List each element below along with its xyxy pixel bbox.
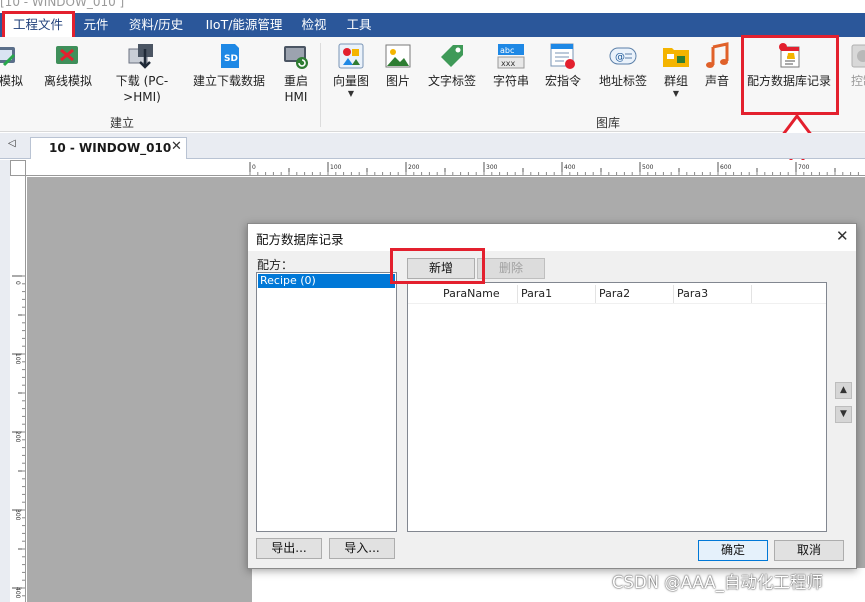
sound-button[interactable]: 声音: [700, 41, 734, 89]
document-tab-strip: ◁ 10 - WINDOW_010 ✕: [0, 133, 865, 159]
address-tag-button[interactable]: @ 地址标签: [594, 41, 652, 89]
menu-project-file[interactable]: 工程文件: [4, 12, 72, 38]
dialog-titlebar: 配方数据库记录 ✕: [248, 224, 856, 251]
vector-icon: [336, 41, 366, 71]
svg-text:SD: SD: [224, 54, 238, 64]
sd-card-icon: SD: [214, 41, 244, 71]
ruler-mark: 200: [408, 164, 420, 171]
dialog-title: 配方数据库记录: [256, 232, 344, 247]
ruler-mark: 300: [486, 164, 498, 171]
ruler-corner: [10, 160, 26, 176]
text-label-button[interactable]: 文字标签: [423, 41, 481, 89]
group-icon: [661, 41, 691, 71]
recipe-list[interactable]: Recipe (0): [256, 272, 397, 532]
vertical-ruler: 0 100 200 300 400: [10, 176, 26, 602]
ruler-mark: 0: [14, 281, 21, 285]
download-icon: [127, 41, 157, 71]
svg-text:xxx: xxx: [501, 59, 515, 68]
window-title: [10 - WINDOW_010 ]: [0, 0, 125, 9]
ribbon-separator: [320, 43, 321, 127]
ruler-mark: 500: [642, 164, 654, 171]
svg-text:@: @: [615, 52, 625, 63]
string-icon: abc xxx: [496, 41, 526, 71]
restart-icon: [281, 41, 311, 71]
ruler-mark: 300: [14, 509, 21, 521]
macro-icon: [548, 41, 578, 71]
music-icon: [702, 41, 732, 71]
tab-window-010[interactable]: 10 - WINDOW_010 ✕: [30, 137, 187, 159]
ruler-mark: 700: [798, 164, 810, 171]
ruler-mark: 200: [14, 431, 21, 443]
offline-simulate-button[interactable]: 离线模拟: [38, 41, 98, 89]
column-header-para2[interactable]: Para2: [596, 285, 674, 303]
menu-tools[interactable]: 工具: [343, 13, 375, 37]
move-down-button[interactable]: ▼: [835, 406, 852, 423]
import-button[interactable]: 导入...: [329, 538, 395, 559]
group-button[interactable]: 群组 ▼: [658, 41, 694, 99]
chevron-down-icon: ▼: [347, 89, 355, 98]
column-header-paraname[interactable]: ParaName: [440, 285, 518, 303]
close-icon[interactable]: ✕: [171, 139, 182, 154]
simulate-online-icon: [0, 41, 20, 71]
simulate-offline-icon: [53, 41, 83, 71]
vector-graphic-button[interactable]: 向量图 ▼: [328, 41, 374, 99]
picture-icon: [383, 41, 413, 71]
parameter-table[interactable]: ParaName Para1 Para2 Para3: [407, 282, 827, 532]
ruler-mark: 0: [252, 164, 256, 171]
window-titlebar: [10 - WINDOW_010 ]: [0, 0, 865, 13]
chevron-down-icon: ▼: [672, 89, 680, 98]
tag-icon: [437, 41, 467, 71]
macro-button[interactable]: 宏指令: [540, 41, 586, 89]
menu-objects[interactable]: 元件: [80, 13, 112, 37]
horizontal-ruler: 0 100 200 300 400 500 600 700: [26, 160, 865, 176]
download-pc-hmi-button[interactable]: 下载 (PC- >HMI): [112, 41, 172, 105]
restart-hmi-button[interactable]: 重启 HMI: [276, 41, 316, 105]
group-label-library: 图库: [596, 116, 621, 130]
menu-data-history[interactable]: 资料/历史: [124, 13, 188, 37]
online-simulate-button[interactable]: 线模拟: [0, 41, 32, 89]
ruler-mark: 600: [720, 164, 732, 171]
ribbon-toolbar: 线模拟 离线模拟 下载 (PC- >HMI) SD 建立下载数据 重启 HMI …: [0, 37, 865, 132]
ok-button[interactable]: 确定: [698, 540, 768, 561]
recipe-database-dialog: 配方数据库记录 ✕ 配方： Recipe (0) 新增 删除 ParaName …: [247, 223, 857, 569]
delete-button[interactable]: 删除: [477, 258, 545, 279]
column-header-para1[interactable]: Para1: [518, 285, 596, 303]
left-gutter: [0, 160, 10, 602]
menu-view[interactable]: 检视: [298, 13, 330, 37]
control-icon: [848, 41, 865, 71]
ruler-mark: 400: [564, 164, 576, 171]
header-divider: [408, 303, 826, 304]
group-label-build: 建立: [110, 116, 135, 130]
recipe-database-record-button[interactable]: 配方数据库记录: [743, 41, 835, 89]
menu-iiot[interactable]: IIoT/能源管理: [200, 13, 288, 37]
ruler-mark: 400: [14, 587, 21, 599]
ruler-mark: 100: [330, 164, 342, 171]
move-up-button[interactable]: ▲: [835, 382, 852, 399]
address-tag-icon: @: [608, 41, 638, 71]
picture-button[interactable]: 图片: [380, 41, 416, 89]
recipe-db-icon: [774, 41, 804, 71]
recipe-label: 配方：: [257, 258, 294, 272]
menu-bar: 工程文件 元件 资料/历史 IIoT/能源管理 检视 工具: [0, 12, 865, 38]
cancel-button[interactable]: 取消: [774, 540, 844, 561]
tab-label: 10 - WINDOW_010: [49, 141, 172, 155]
svg-text:abc: abc: [500, 46, 514, 55]
close-icon[interactable]: ✕: [836, 227, 849, 245]
tab-scroll-left-icon[interactable]: ◁: [8, 138, 16, 149]
export-button[interactable]: 导出...: [256, 538, 322, 559]
build-download-data-button[interactable]: SD 建立下载数据: [186, 41, 272, 89]
add-button[interactable]: 新增: [407, 258, 475, 279]
control-button[interactable]: 控制: [843, 41, 865, 89]
column-header-para3[interactable]: Para3: [674, 285, 752, 303]
string-button[interactable]: abc xxx 字符串: [489, 41, 533, 89]
list-item[interactable]: Recipe (0): [258, 274, 395, 288]
ruler-mark: 100: [14, 353, 21, 365]
watermark: CSDN @AAA_自动化工程师: [612, 573, 823, 592]
